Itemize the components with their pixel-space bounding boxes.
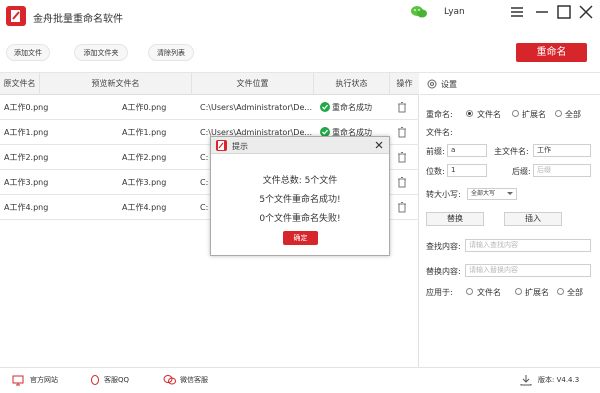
- settings-title: 设置: [441, 80, 457, 89]
- suffix-label: 后缀:: [512, 167, 531, 176]
- col-action: 操作: [396, 79, 413, 88]
- file-location: C:\Users\Administrator\De...: [200, 103, 312, 112]
- prefix-input[interactable]: a: [447, 144, 487, 157]
- settings-panel: 设置 重命名: 文件名 扩展名 全部 文件名: 前缀: a 主文件名: 工作 位…: [420, 73, 600, 367]
- prefix-label: 前缀:: [426, 147, 445, 156]
- radio-extension[interactable]: [512, 110, 519, 117]
- case-select[interactable]: 全部大写: [467, 188, 517, 200]
- trash-icon[interactable]: [396, 101, 408, 113]
- version-text: 版本: V4.4.3: [538, 376, 580, 384]
- close-icon[interactable]: [374, 140, 384, 150]
- apply-label: 应用于:: [426, 288, 453, 297]
- title-bar: 金舟批量重命名软件 Lyan: [0, 0, 600, 32]
- ok-button[interactable]: 确定: [283, 231, 318, 245]
- preview-name: A工作3.png: [122, 178, 167, 187]
- col-status: 执行状态: [314, 73, 390, 95]
- dialog-title: 提示: [232, 142, 248, 151]
- trash-icon[interactable]: [396, 126, 408, 138]
- original-name: A工作3.png: [4, 178, 49, 187]
- filename-label: 文件名:: [426, 128, 453, 137]
- replace-button[interactable]: 替换: [426, 212, 484, 226]
- trash-icon[interactable]: [396, 151, 408, 163]
- col-preview-name: 预览新文件名: [40, 73, 192, 95]
- case-select-value: 全部大写: [471, 190, 496, 197]
- original-name: A工作0.png: [4, 103, 49, 112]
- status-cell: 重命名成功: [320, 95, 390, 120]
- app-logo-icon: [216, 140, 227, 151]
- insert-button[interactable]: 插入: [504, 212, 562, 226]
- col-location: 文件位置: [192, 73, 314, 95]
- case-label: 转大小写:: [426, 190, 461, 199]
- rename-mode-label: 重命名:: [426, 110, 453, 119]
- result-dialog: 提示 文件总数: 5个文件 5个文件重命名成功! 0个文件重命名失败! 确定: [210, 136, 390, 256]
- total-files-text: 文件总数: 5个文件: [262, 176, 338, 186]
- app-logo-icon: [6, 6, 26, 26]
- main-name-input[interactable]: 工作: [533, 144, 591, 157]
- app-title: 金舟批量重命名软件: [33, 14, 123, 25]
- preview-name: A工作2.png: [122, 153, 167, 162]
- apply-radio-all-label: 全部: [567, 288, 583, 297]
- wechat-support-icon: [163, 374, 176, 386]
- original-name: A工作2.png: [4, 153, 49, 162]
- close-icon[interactable]: [577, 4, 595, 20]
- wechat-support-link[interactable]: 微信客服: [180, 375, 208, 385]
- suffix-input[interactable]: 后缀: [533, 164, 591, 177]
- footer: 官方网站 客服QQ 微信客服 版本: V4.4.3: [0, 367, 600, 393]
- wechat-icon[interactable]: [410, 5, 428, 19]
- website-link[interactable]: 官方网站: [30, 375, 58, 385]
- table-row[interactable]: A工作0.png A工作0.png C:\Users\Administrator…: [0, 95, 419, 120]
- menu-icon[interactable]: [508, 4, 526, 20]
- clear-list-button[interactable]: 清除列表: [148, 44, 194, 61]
- digits-label: 位数:: [426, 167, 445, 176]
- preview-name: A工作1.png: [122, 128, 167, 137]
- check-icon: [320, 102, 330, 112]
- dialog-header: 提示: [211, 137, 389, 154]
- add-file-button[interactable]: 添加文件: [6, 44, 50, 61]
- apply-radio-filename[interactable]: [466, 288, 473, 295]
- radio-all[interactable]: [555, 110, 562, 117]
- user-name[interactable]: Lyan: [444, 7, 465, 17]
- apply-radio-filename-label: 文件名: [477, 288, 501, 297]
- digits-input[interactable]: 1: [447, 164, 487, 177]
- preview-name: A工作4.png: [122, 203, 167, 212]
- original-name: A工作4.png: [4, 203, 49, 212]
- radio-all-label: 全部: [565, 110, 581, 119]
- main-name-label: 主文件名:: [494, 147, 529, 156]
- maximize-icon[interactable]: [555, 4, 573, 20]
- table-header: 原文件名 预览新文件名 文件位置 执行状态 操作: [0, 73, 419, 95]
- replace-content-label: 替换内容:: [426, 267, 461, 276]
- replace-input[interactable]: 请输入替换内容: [465, 264, 591, 277]
- radio-extension-label: 扩展名: [522, 110, 546, 119]
- preview-name: A工作0.png: [122, 103, 167, 112]
- fail-count-text: 0个文件重命名失败!: [259, 214, 341, 224]
- radio-filename-label: 文件名: [477, 110, 501, 119]
- status-text: 重命名成功: [332, 103, 372, 112]
- success-count-text: 5个文件重命名成功!: [259, 195, 341, 205]
- original-name: A工作1.png: [4, 128, 49, 137]
- minimize-icon[interactable]: [533, 4, 551, 20]
- apply-radio-all[interactable]: [557, 288, 564, 295]
- apply-radio-extension[interactable]: [515, 288, 522, 295]
- settings-header: 设置: [420, 73, 600, 95]
- add-folder-button[interactable]: 添加文件夹: [74, 44, 128, 61]
- radio-filename[interactable]: [466, 110, 473, 117]
- find-input[interactable]: 请输入查找内容: [465, 239, 591, 252]
- gear-icon: [427, 79, 437, 89]
- col-original-name: 原文件名: [0, 73, 40, 95]
- monitor-icon: [12, 374, 24, 386]
- rename-button[interactable]: 重命名: [516, 43, 587, 62]
- download-icon: [520, 374, 532, 386]
- apply-radio-extension-label: 扩展名: [525, 288, 549, 297]
- toolbar: 添加文件 添加文件夹 清除列表: [0, 38, 600, 68]
- find-label: 查找内容:: [426, 242, 461, 251]
- trash-icon[interactable]: [396, 176, 408, 188]
- qq-icon: [89, 374, 101, 386]
- qq-support-link[interactable]: 客服QQ: [104, 375, 129, 385]
- trash-icon[interactable]: [396, 201, 408, 213]
- chevron-down-icon: [507, 192, 513, 195]
